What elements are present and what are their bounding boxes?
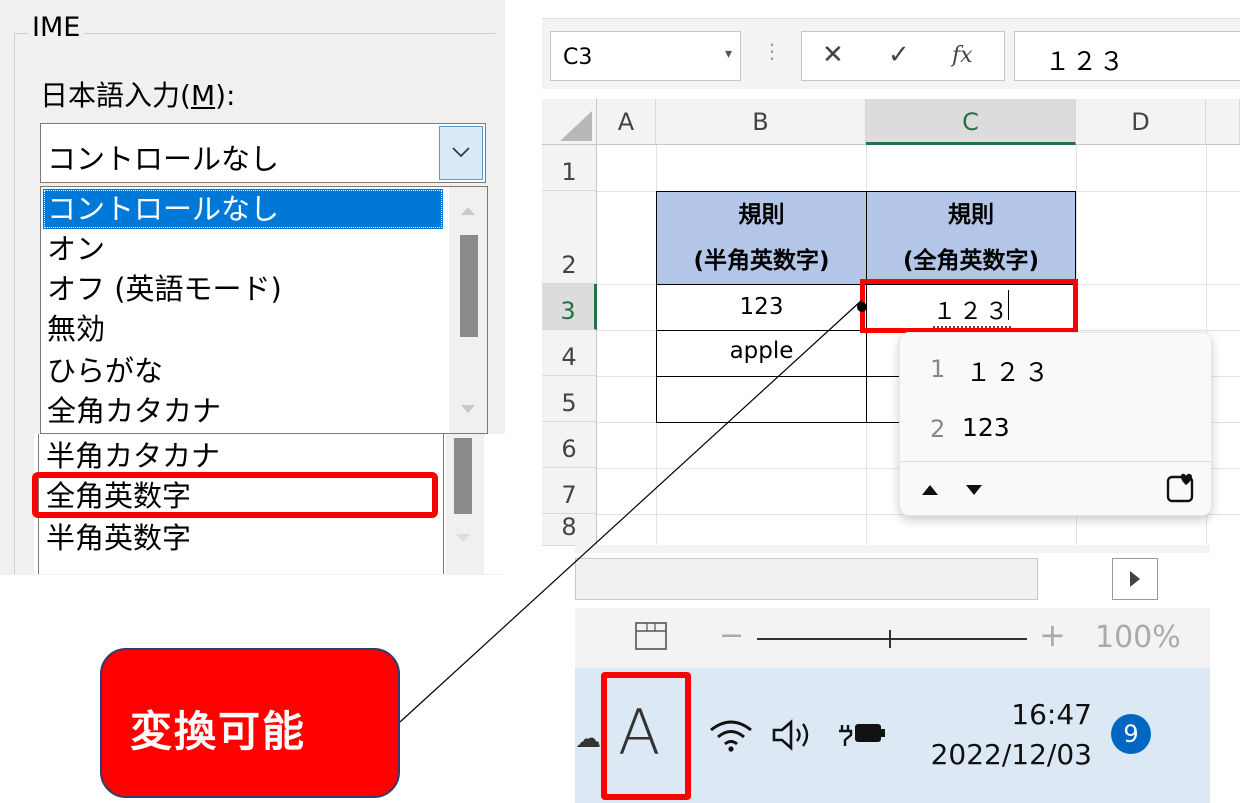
zoom-slider[interactable] (757, 638, 1027, 640)
insert-function-button[interactable]: fx (952, 43, 973, 68)
scroll-thumb-lower[interactable] (454, 438, 472, 514)
cell-c3-active[interactable]: １２３ (860, 279, 1078, 333)
select-all-corner[interactable] (542, 99, 597, 145)
cell-b5[interactable] (656, 376, 867, 423)
ime-candidate-window: 1 １２３ 2 123 (899, 332, 1212, 516)
row-header-3[interactable]: 3 (542, 284, 597, 330)
list-item-hiragana[interactable]: ひらがな (47, 351, 163, 391)
row-header-1[interactable]: 1 (542, 145, 597, 191)
speaker-icon[interactable] (771, 718, 817, 752)
column-header-d[interactable]: D (1076, 99, 1206, 145)
name-box-dropdown-icon[interactable]: ▾ (725, 46, 732, 62)
candidate-next-icon[interactable] (966, 483, 982, 495)
cell-b4[interactable]: apple (656, 330, 867, 377)
table-header-rule-halfwidth[interactable]: 規則 (半角英数字) (656, 191, 867, 285)
zoom-in-button[interactable]: + (1039, 616, 1066, 654)
candidate-divider (900, 461, 1211, 462)
chevron-right-icon (1130, 571, 1140, 587)
zoom-slider-thumb[interactable] (889, 630, 891, 648)
scroll-thumb[interactable] (460, 235, 478, 337)
chevron-down-icon (452, 147, 470, 158)
select-all-triangle-icon (560, 111, 592, 141)
scroll-down-arrow-icon[interactable] (461, 403, 475, 413)
row-header-4[interactable]: 4 (542, 330, 597, 376)
scroll-down-arrow-icon[interactable] (456, 532, 470, 542)
row-header-5[interactable]: 5 (542, 376, 597, 422)
formula-input[interactable]: １２３ (1014, 31, 1240, 81)
enter-button[interactable]: ✓ (888, 40, 910, 70)
japanese-input-label: 日本語入力(M): (40, 79, 236, 112)
favorite-icon[interactable] (1166, 473, 1196, 503)
excel-status-bar: − + 100% (575, 608, 1210, 668)
highlight-box-fullwidth-alnum (32, 472, 438, 518)
callout-text: 変換可能 (130, 707, 307, 756)
annotation-callout: 変換可能 (100, 648, 400, 798)
scroll-top-edge (575, 545, 1210, 553)
candidate-prev-icon[interactable] (922, 483, 938, 495)
battery-charging-icon[interactable] (839, 718, 887, 748)
japanese-input-combobox[interactable]: コントロールなし (40, 123, 486, 183)
scroll-up-arrow-icon[interactable] (461, 205, 475, 215)
cell-b3[interactable]: 123 (656, 284, 867, 331)
list-scrollbar-lower[interactable] (446, 434, 484, 574)
row-header-2[interactable]: 2 (542, 191, 597, 284)
windows-taskbar: ☁ A 16:47 2022/12/03 9 (575, 668, 1210, 803)
horizontal-scrollbar[interactable] (575, 558, 1038, 600)
column-header-e[interactable] (1206, 99, 1240, 145)
list-scrollbar[interactable] (449, 187, 487, 433)
ime-group-title: IME (28, 12, 85, 43)
formula-bar: C3 ▾ ⋮ ✕ ✓ fx １２３ (542, 19, 1240, 89)
zoom-level[interactable]: 100% (1095, 620, 1181, 655)
cell-c3-value: １２３ (933, 292, 1011, 328)
row-header-8[interactable]: 8 (542, 513, 597, 546)
leader-anchor-dot (857, 302, 867, 312)
formula-bar-grip-icon: ⋮ (762, 39, 782, 63)
formula-buttons: ✕ ✓ fx (801, 31, 1005, 81)
taskbar-time[interactable]: 16:47 (1011, 698, 1092, 731)
text-cursor (1008, 290, 1009, 320)
list-item-halfwidth-alnum[interactable]: 半角英数字 (46, 518, 191, 558)
candidate-item-2[interactable]: 123 (962, 413, 1010, 442)
wifi-icon[interactable] (709, 718, 753, 752)
row-header-7[interactable]: 7 (542, 468, 597, 514)
candidate-number: 1 (930, 355, 946, 383)
name-box[interactable]: C3 ▾ (550, 31, 741, 81)
sheet-scrollbar-area (575, 545, 1210, 605)
table-header-rule-fullwidth[interactable]: 規則 (全角英数字) (866, 191, 1076, 285)
column-header-b[interactable]: B (656, 99, 866, 145)
column-header-c[interactable]: C (866, 99, 1076, 145)
combobox-value: コントロールなし (47, 142, 280, 176)
scroll-right-button[interactable] (1112, 558, 1158, 600)
ime-options-list[interactable]: コントロールなし オン オフ (英語モード) 無効 ひらがな 全角カタカナ (40, 186, 488, 434)
name-box-value: C3 (563, 45, 593, 70)
taskbar-date[interactable]: 2022/12/03 (931, 738, 1092, 771)
zoom-out-button[interactable]: − (719, 618, 744, 653)
column-header-a[interactable]: A (597, 99, 656, 145)
candidate-number: 2 (930, 415, 946, 443)
list-item-control-none[interactable]: コントロールなし (43, 189, 443, 229)
notification-badge[interactable]: 9 (1111, 714, 1151, 754)
list-item-halfwidth-katakana[interactable]: 半角カタカナ (46, 436, 220, 476)
list-item-off-english[interactable]: オフ (英語モード) (47, 269, 282, 309)
ime-settings-panel: IME 日本語入力(M): コントロールなし コントロールなし オン オフ (英… (0, 0, 510, 575)
row-header-6[interactable]: 6 (542, 422, 597, 468)
candidate-item-1[interactable]: １２３ (966, 353, 1053, 389)
cancel-button[interactable]: ✕ (822, 40, 844, 70)
dropdown-button[interactable] (439, 126, 483, 180)
cloud-icon[interactable]: ☁ (575, 724, 601, 754)
page-layout-view-icon[interactable] (635, 622, 667, 652)
accelerator-key: M (190, 79, 216, 112)
formula-value: １２３ (1045, 47, 1127, 76)
highlight-box-ime-mode (601, 672, 691, 800)
list-item-fullwidth-katakana[interactable]: 全角カタカナ (47, 391, 221, 431)
list-item-on[interactable]: オン (47, 229, 105, 269)
list-item-disabled[interactable]: 無効 (47, 309, 105, 349)
